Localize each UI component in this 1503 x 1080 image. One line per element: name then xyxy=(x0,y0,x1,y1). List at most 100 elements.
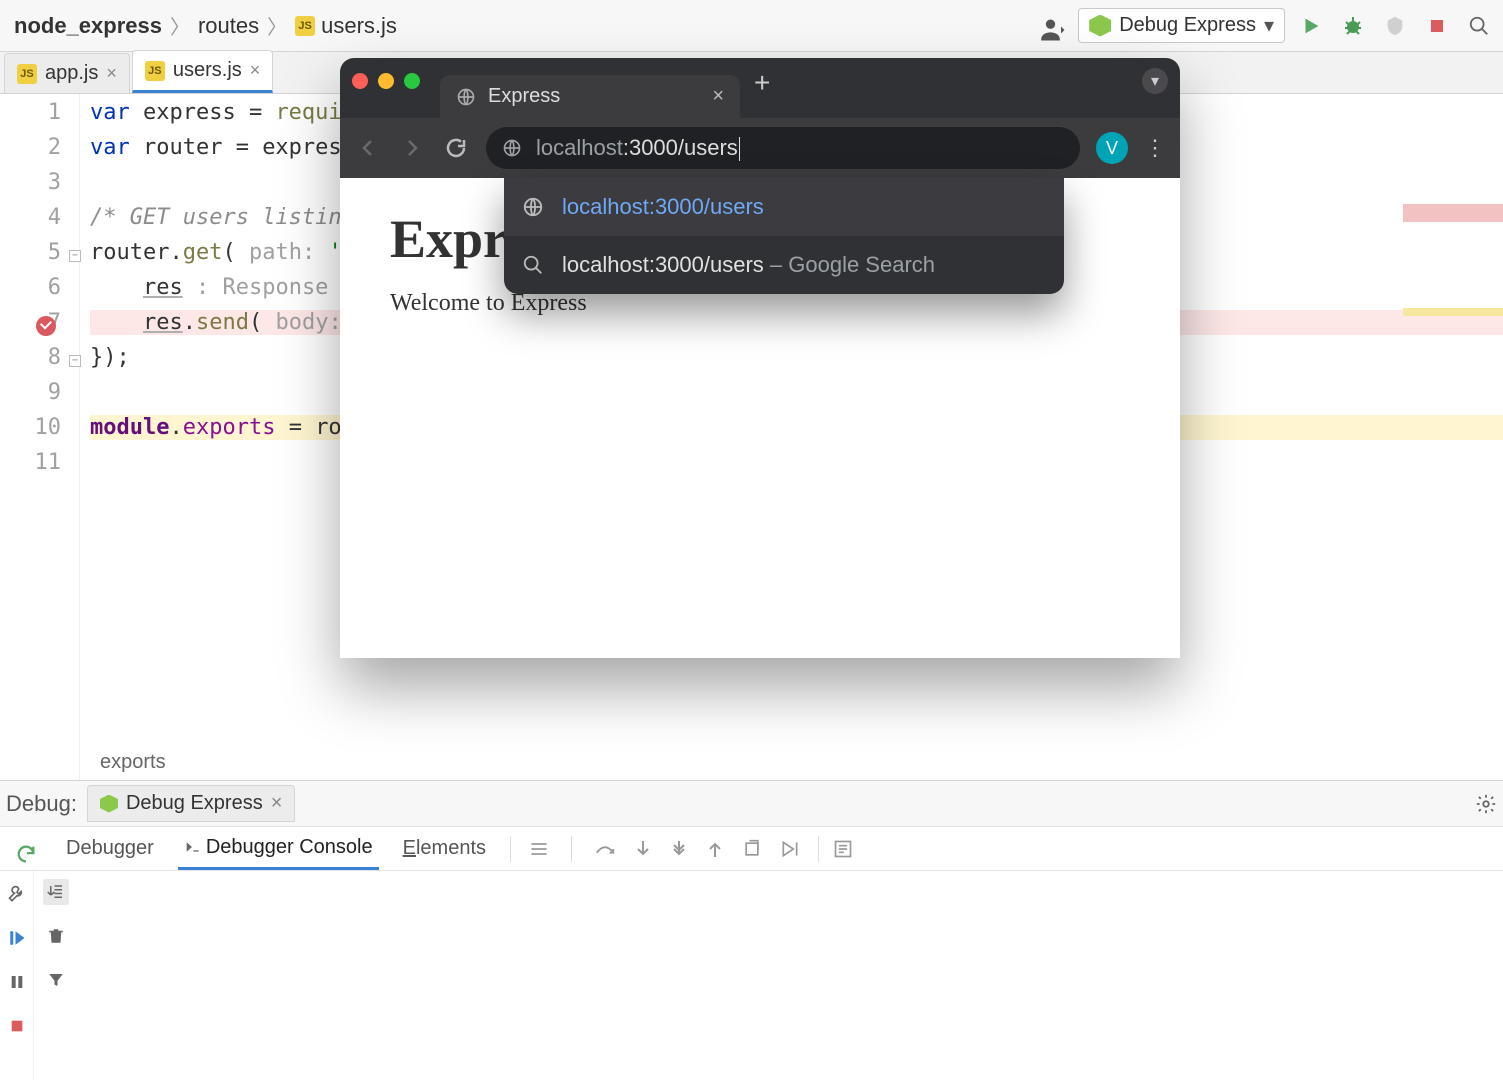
js-file-icon: JS xyxy=(17,64,37,84)
globe-icon xyxy=(502,138,522,158)
window-maximize-icon[interactable] xyxy=(404,73,420,89)
gear-icon[interactable] xyxy=(1475,793,1497,815)
close-icon[interactable]: × xyxy=(712,85,724,108)
run-to-cursor-icon[interactable] xyxy=(780,839,800,859)
separator xyxy=(510,836,511,862)
new-tab-button[interactable]: + xyxy=(754,67,770,99)
tab-dropdown-icon[interactable]: ▾ xyxy=(1142,68,1168,94)
js-file-icon: JS xyxy=(295,16,315,36)
line-number[interactable]: 9 xyxy=(0,380,79,415)
stop-button[interactable] xyxy=(1421,10,1453,42)
browser-window: Express × + ▾ localhost:3000/users V ⋮ E… xyxy=(340,58,1180,658)
globe-icon xyxy=(522,196,544,218)
line-number[interactable]: 11 xyxy=(0,450,79,485)
line-number[interactable]: 7 xyxy=(0,310,79,345)
editor-tab[interactable]: JS app.js × xyxy=(4,53,130,93)
fold-icon[interactable]: − xyxy=(69,355,81,367)
debug-session-tab[interactable]: Debug Express × xyxy=(87,785,295,822)
debug-button[interactable] xyxy=(1337,10,1369,42)
line-number[interactable]: 3 xyxy=(0,170,79,205)
minimap-error-marker[interactable] xyxy=(1403,204,1503,222)
kebab-menu-icon[interactable]: ⋮ xyxy=(1144,135,1166,161)
back-button[interactable] xyxy=(354,134,382,162)
breadcrumb-file-label: users.js xyxy=(321,13,397,39)
line-number[interactable]: 1 xyxy=(0,100,79,135)
suggestion-search[interactable]: localhost:3000/users – Google Search xyxy=(504,236,1064,294)
step-over-icon[interactable] xyxy=(594,839,616,859)
debug-console-rail xyxy=(34,871,78,1080)
step-into-icon[interactable] xyxy=(634,839,652,859)
browser-tab[interactable]: Express × xyxy=(440,75,740,118)
debug-tab[interactable]: Debugger xyxy=(60,829,160,868)
line-number[interactable]: 10 xyxy=(0,415,79,450)
gutter[interactable]: 12345−678−91011 xyxy=(0,94,80,780)
evaluate-expression-icon[interactable] xyxy=(833,839,853,859)
pause-button[interactable] xyxy=(4,969,30,995)
line-number[interactable]: 4 xyxy=(0,205,79,240)
search-button[interactable] xyxy=(1463,10,1495,42)
run-config-label: Debug Express xyxy=(1119,14,1256,37)
debug-rerun-rail xyxy=(6,831,46,867)
user-menu-icon[interactable] xyxy=(1040,16,1068,36)
scroll-to-end-icon[interactable] xyxy=(43,879,69,905)
reload-button[interactable] xyxy=(442,134,470,162)
browser-titlebar: Express × + ▾ xyxy=(340,58,1180,118)
address-bar[interactable]: localhost:3000/users xyxy=(486,127,1080,169)
line-number[interactable]: 6 xyxy=(0,275,79,310)
fold-icon[interactable]: − xyxy=(69,250,81,262)
run-button[interactable] xyxy=(1295,10,1327,42)
chevron-right-icon: 〉 xyxy=(267,11,287,40)
browser-tab-title: Express xyxy=(488,85,560,108)
run-configuration-selector[interactable]: Debug Express ▾ xyxy=(1078,8,1285,43)
window-controls xyxy=(352,73,420,89)
window-close-icon[interactable] xyxy=(352,73,368,89)
minimap-warning-marker[interactable] xyxy=(1403,308,1503,316)
suggestion-text: localhost:3000/users xyxy=(562,194,764,220)
threads-icon[interactable] xyxy=(529,839,549,859)
breadcrumb-bottom[interactable]: exports xyxy=(90,745,176,780)
globe-icon xyxy=(456,87,476,107)
stop-debug-button[interactable] xyxy=(4,1013,30,1039)
debug-console-output[interactable] xyxy=(78,871,1503,1080)
editor-tab[interactable]: JSusers.js× xyxy=(132,50,273,93)
step-out-icon[interactable] xyxy=(706,839,724,859)
ide-toolbar: node_express 〉 routes 〉 JS users.js Debu… xyxy=(0,0,1503,52)
breadcrumbs: node_express 〉 routes 〉 JS users.js xyxy=(8,11,403,41)
breakpoint-icon[interactable] xyxy=(36,316,56,336)
breadcrumb-file[interactable]: JS users.js xyxy=(289,11,403,41)
line-number[interactable]: 8− xyxy=(0,345,79,380)
coverage-button[interactable] xyxy=(1379,10,1411,42)
separator xyxy=(571,836,572,862)
debug-tab[interactable]: Debugger Console xyxy=(178,828,379,870)
close-icon[interactable]: × xyxy=(106,63,117,84)
debug-control-rail xyxy=(0,871,34,1080)
line-number[interactable]: 5− xyxy=(0,240,79,275)
filter-icon[interactable] xyxy=(43,967,69,993)
forward-button[interactable] xyxy=(398,134,426,162)
force-step-into-icon[interactable] xyxy=(670,839,688,859)
debug-step-controls xyxy=(515,836,814,862)
rerun-button[interactable] xyxy=(13,841,39,867)
debug-tab[interactable]: Elements xyxy=(397,829,492,868)
trash-icon[interactable] xyxy=(43,923,69,949)
nodejs-icon xyxy=(1089,15,1111,37)
suggestion-url[interactable]: localhost:3000/users xyxy=(504,178,1064,236)
resume-button[interactable] xyxy=(4,925,30,951)
wrench-icon[interactable] xyxy=(4,881,30,907)
profile-avatar[interactable]: V xyxy=(1096,132,1128,164)
minimap[interactable] xyxy=(1403,188,1503,688)
search-icon xyxy=(522,254,544,276)
editor-tab-label: app.js xyxy=(45,62,98,85)
line-number[interactable]: 2 xyxy=(0,135,79,170)
debug-panel: Debug: Debug Express × DebuggerDebugger … xyxy=(0,780,1503,1080)
close-icon[interactable]: × xyxy=(250,60,261,81)
breadcrumb-project[interactable]: node_express xyxy=(8,11,168,41)
drop-frame-icon[interactable] xyxy=(742,839,762,859)
address-suggestions: localhost:3000/users localhost:3000/user… xyxy=(504,178,1064,294)
close-icon[interactable]: × xyxy=(271,792,283,815)
toolbar-right: Debug Express ▾ xyxy=(1040,8,1495,43)
breadcrumb-folder[interactable]: routes xyxy=(192,11,265,41)
js-file-icon: JS xyxy=(145,61,165,81)
window-minimize-icon[interactable] xyxy=(378,73,394,89)
address-bar-text: localhost:3000/users xyxy=(536,135,740,161)
